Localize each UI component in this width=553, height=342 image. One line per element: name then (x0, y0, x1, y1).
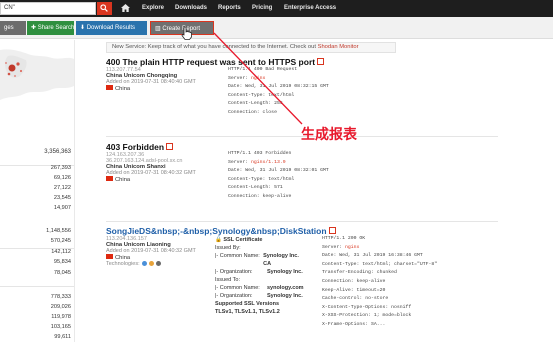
annotation-arrow (213, 32, 303, 125)
annotation-label: 生成报表 (301, 127, 357, 143)
